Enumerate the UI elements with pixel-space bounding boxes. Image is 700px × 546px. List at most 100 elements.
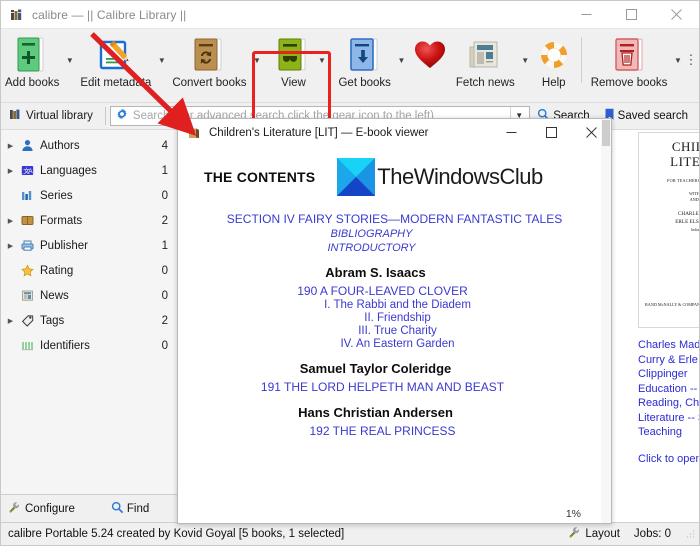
metadata-line[interactable]: Literature -- Study and (638, 411, 699, 426)
sidebar-item-rating[interactable]: Rating 0 (1, 258, 177, 283)
metadata-line[interactable]: Teaching (638, 425, 699, 440)
expand-arrow-icon[interactable]: ▶ (4, 317, 17, 325)
viewer-footer: 1% (178, 501, 611, 523)
sidebar-count-news: 0 (161, 289, 168, 302)
main-status-bar: calibre Portable 5.24 created by Kovid G… (1, 522, 699, 545)
cover-title-line1: CHILDREN'S (671, 139, 699, 154)
expand-arrow-icon[interactable]: ▶ (4, 142, 17, 150)
gear-icon[interactable] (116, 107, 128, 125)
formats-icon (17, 214, 37, 227)
main-minimize-button[interactable] (564, 1, 609, 28)
entry-subitem[interactable]: IV. An Eastern Garden (204, 338, 591, 350)
toolbar-button-add-books[interactable]: Add books (1, 31, 63, 89)
bibliography-line[interactable]: BIBLIOGRAPHY (178, 228, 591, 240)
jobs-label: Jobs: 0 (633, 528, 671, 540)
logo-text: TheWindowsClub (377, 164, 543, 189)
sidebar-label-formats: Formats (40, 214, 83, 227)
toolbar-label-help: Help (541, 77, 566, 89)
virtual-library-button[interactable]: Virtual library (5, 108, 101, 124)
entry-subitem[interactable]: III. True Charity (204, 325, 591, 337)
remove-books-dropdown-arrow[interactable]: ▼ (671, 36, 684, 98)
toolbar-button-get-books[interactable]: Get books (334, 31, 394, 89)
view-dropdown-arrow[interactable]: ▼ (315, 36, 328, 98)
fetch-news-dropdown-arrow[interactable]: ▼ (519, 36, 532, 98)
layout-button[interactable]: Layout (569, 526, 634, 542)
jobs-indicator[interactable]: Jobs: 0 (634, 528, 685, 540)
entry-title[interactable]: 190 A FOUR-LEAVED CLOVER (178, 284, 591, 298)
chevron-down-icon: ▼ (397, 55, 406, 65)
chevron-down-icon: ▼ (318, 55, 326, 65)
entry-title[interactable]: 192 THE REAL PRINCESS (178, 424, 591, 438)
entry-author: Hans Christian Andersen (298, 405, 453, 420)
configure-label: Configure (25, 502, 75, 515)
toolbar-button-edit-metadata[interactable]: Edit metadata (76, 31, 155, 89)
toolbar-button-donate[interactable] (408, 31, 452, 89)
sidebar-item-tags[interactable]: ▶ Tags 2 (1, 308, 177, 333)
toolbar-button-fetch-news[interactable]: Fetch news (452, 31, 519, 89)
tag-browser-sidebar: ▶ Authors 4 ▶ 文A Languages 1 Series 0 ▶ … (1, 130, 178, 522)
metadata-line[interactable]: Reading, Children's (638, 396, 699, 411)
section-heading: SECTION IV FAIRY STORIES—MODERN FANTASTI… (226, 212, 563, 226)
expand-arrow-icon[interactable]: ▶ (4, 217, 17, 225)
find-button[interactable]: Find (79, 501, 149, 517)
book-cover-thumbnail[interactable]: CHILDREN'S LITERATURE FOR TEACHERS AND T… (638, 132, 699, 328)
sidebar-item-identifiers[interactable]: Identifiers 0 (1, 333, 177, 358)
get-books-dropdown-arrow[interactable]: ▼ (395, 36, 408, 98)
entry-subitem[interactable]: I. The Rabbi and the Diadem (204, 299, 591, 311)
viewer-content-area[interactable]: THE CONTENTS TheWindowsClub SECTION IV F… (178, 146, 611, 501)
toolbar-button-view[interactable]: View (271, 31, 315, 89)
metadata-line[interactable]: Charles Madison (638, 338, 699, 353)
resize-grip-icon[interactable] (685, 529, 695, 539)
sidebar-item-authors[interactable]: ▶ Authors 4 (1, 133, 177, 158)
main-titlebar: calibre — || Calibre Library || (1, 1, 699, 29)
viewer-scrollbar[interactable] (601, 119, 611, 523)
calibre-book-icon (187, 126, 201, 140)
convert-books-dropdown-arrow[interactable]: ▼ (250, 36, 263, 98)
introductory-line[interactable]: INTRODUCTORY (178, 242, 591, 254)
fetch-news-icon (467, 34, 503, 76)
metadata-line[interactable]: Clippinger (638, 367, 699, 382)
metadata-line[interactable]: Education -- Books and (638, 382, 699, 397)
news-icon (17, 289, 37, 302)
entry-author: Samuel Taylor Coleridge (299, 361, 452, 376)
cover-publisher-row: RAND McNALLY & COMPANY NEW YORK (639, 302, 699, 307)
metadata-line[interactable]: Curry & Erle Elsworth (638, 353, 699, 368)
viewer-maximize-button[interactable] (531, 119, 571, 146)
edit-metadata-dropdown-arrow[interactable]: ▼ (155, 36, 168, 98)
entry-title[interactable]: 191 THE LORD HELPETH MAN AND BEAST (178, 380, 591, 394)
entry-subitem[interactable]: II. Friendship (204, 312, 591, 324)
book-details-inner: CHILDREN'S LITERATURE FOR TEACHERS AND T… (633, 130, 699, 522)
wrench-icon (9, 501, 22, 517)
cover-author1: CHARLES MADISON CURRY (677, 211, 699, 217)
toolbar-button-help[interactable]: Help (532, 31, 576, 89)
expand-arrow-icon[interactable]: ▶ (4, 167, 17, 175)
viewer-scrollbar-thumb[interactable] (602, 120, 610, 146)
entry-author: Abram S. Isaacs (325, 265, 426, 280)
view-icon (275, 34, 311, 76)
toolbar-label-convert-books: Convert books (172, 77, 247, 89)
magnifier-icon (111, 501, 124, 517)
cover-affiliation: Indiana State Normal School (691, 228, 699, 232)
edit-metadata-icon (96, 34, 136, 76)
remove-books-icon (611, 34, 647, 76)
sidebar-item-news[interactable]: News 0 (1, 283, 177, 308)
toolbar-overflow-button[interactable]: ⋮ (684, 52, 697, 82)
sidebar-label-tags: Tags (40, 314, 65, 327)
expand-arrow-icon[interactable]: ▶ (4, 242, 17, 250)
toolbar-button-convert-books[interactable]: Convert books (168, 31, 250, 89)
metadata-open-link[interactable]: Click to open (638, 452, 699, 467)
sidebar-item-publisher[interactable]: ▶ Publisher 1 (1, 233, 177, 258)
sidebar-item-languages[interactable]: ▶ 文A Languages 1 (1, 158, 177, 183)
viewer-minimize-button[interactable] (491, 119, 531, 146)
main-maximize-button[interactable] (609, 1, 654, 28)
add-books-dropdown-arrow[interactable]: ▼ (63, 36, 76, 98)
configure-button[interactable]: Configure (1, 501, 75, 517)
ebook-document: THE CONTENTS TheWindowsClub SECTION IV F… (178, 146, 611, 438)
sidebar-footer: Configure Find (1, 494, 177, 522)
main-close-button[interactable] (654, 1, 699, 28)
toolbar-button-remove-books[interactable]: Remove books (587, 31, 672, 89)
sidebar-item-series[interactable]: Series 0 (1, 183, 177, 208)
sidebar-item-formats[interactable]: ▶ Formats 2 (1, 208, 177, 233)
logo-mark-icon (337, 158, 376, 196)
main-window-title: calibre — || Calibre Library || (32, 7, 187, 22)
